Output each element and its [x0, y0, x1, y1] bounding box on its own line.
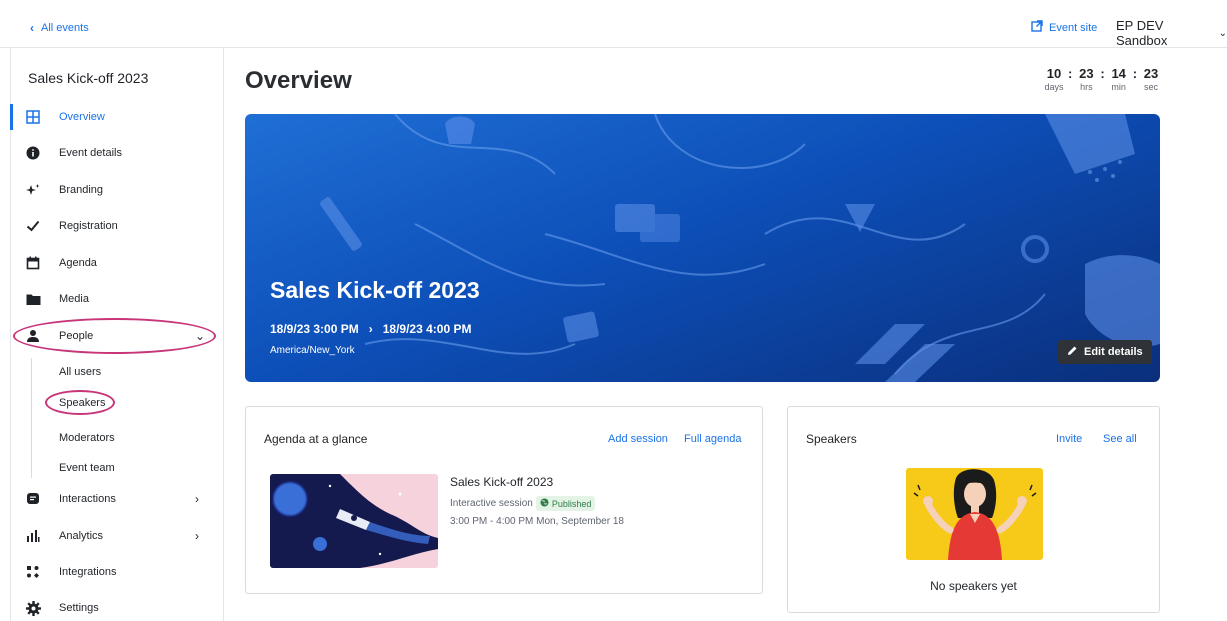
sparkle-icon	[25, 182, 41, 198]
event-hero-banner: Sales Kick-off 2023 18/9/23 3:00 PM › 18…	[245, 114, 1160, 382]
countdown-minutes-value: 14	[1111, 66, 1126, 81]
countdown-hours: 23 hrs	[1076, 66, 1096, 92]
session-time: 3:00 PM - 4:00 PM Mon, September 18	[450, 516, 624, 527]
submenu-rail	[31, 358, 32, 478]
countdown-days-value: 10	[1046, 66, 1062, 81]
agenda-card: Agenda at a glance Add session Full agen…	[245, 406, 763, 594]
top-bar: ‹ All events Event site EP DEV Sandbox ⌄	[0, 0, 1227, 48]
agenda-card-title: Agenda at a glance	[264, 432, 368, 446]
hero-event-title: Sales Kick-off 2023	[270, 277, 480, 303]
no-speakers-illustration	[906, 468, 1043, 560]
hero-event-dates: 18/9/23 3:00 PM › 18/9/23 4:00 PM	[270, 322, 471, 336]
sidebar-item-settings[interactable]: Settings	[11, 593, 223, 621]
countdown-seconds: 23 sec	[1141, 66, 1161, 92]
info-icon	[25, 145, 41, 161]
all-events-link[interactable]: ‹ All events	[30, 21, 89, 35]
external-link-icon	[1031, 20, 1043, 35]
org-switcher[interactable]: EP DEV Sandbox ⌄	[1116, 18, 1227, 48]
session-title[interactable]: Sales Kick-off 2023	[450, 475, 553, 489]
sidebar-item-label: Branding	[59, 184, 104, 196]
countdown-days: 10 days	[1044, 66, 1064, 92]
sidebar-item-media[interactable]: Media	[11, 284, 223, 314]
invite-link[interactable]: Invite	[1056, 433, 1082, 445]
session-type: Interactive session	[450, 498, 533, 509]
hero-end-datetime: 18/9/23 4:00 PM	[382, 322, 472, 336]
sidebar-item-interactions[interactable]: Interactions ›	[11, 484, 223, 514]
countdown-seconds-value: 23	[1143, 66, 1159, 81]
folder-icon	[25, 291, 41, 307]
session-thumbnail[interactable]	[270, 474, 438, 568]
add-session-link[interactable]: Add session	[608, 433, 668, 445]
sidebar-item-label: Event details	[59, 147, 122, 159]
countdown-separator: :	[1132, 66, 1138, 81]
chevron-right-icon: ›	[368, 322, 373, 336]
countdown-seconds-label: sec	[1144, 82, 1159, 92]
sidebar-item-event-details[interactable]: Event details	[11, 138, 223, 168]
globe-icon	[540, 498, 549, 509]
full-agenda-link[interactable]: Full agenda	[684, 433, 742, 445]
chevron-left-icon: ‹	[30, 21, 34, 35]
page-title: Overview	[245, 67, 352, 94]
sidebar-item-label: Interactions	[59, 493, 116, 505]
sidebar-subitem-all-users[interactable]: All users	[59, 366, 101, 378]
hero-decoration-illustration	[320, 114, 1160, 382]
people-highlight-ring	[13, 318, 216, 354]
hero-start-datetime: 18/9/23 3:00 PM	[270, 322, 359, 336]
sidebar-item-label: Settings	[59, 602, 99, 614]
event-site-link[interactable]: Event site	[1031, 20, 1097, 35]
event-site-label: Event site	[1049, 21, 1098, 34]
check-icon	[25, 218, 41, 234]
gear-icon	[25, 600, 41, 616]
bar-chart-icon	[25, 528, 41, 544]
speakers-card-title: Speakers	[806, 432, 857, 446]
countdown-minutes-label: min	[1111, 82, 1126, 92]
chat-icon	[25, 491, 41, 507]
sidebar-item-label: Agenda	[59, 257, 97, 269]
speakers-card: Speakers Invite See all No speakers yet	[787, 406, 1160, 613]
countdown-hours-value: 23	[1079, 66, 1094, 81]
sidebar-item-label: Registration	[59, 220, 118, 232]
sidebar-item-label: Analytics	[59, 530, 104, 542]
countdown-days-label: days	[1044, 82, 1064, 92]
status-badge-label: Published	[551, 498, 592, 509]
sidebar-item-agenda[interactable]: Agenda	[11, 248, 223, 278]
sidebar: Sales Kick-off 2023 Overview Event detai…	[10, 48, 224, 621]
countdown-separator: :	[1068, 66, 1073, 81]
hero-timezone: America/New_York	[270, 345, 355, 356]
sidebar-item-analytics[interactable]: Analytics ›	[11, 521, 223, 551]
chevron-right-icon: ›	[195, 529, 199, 543]
edit-details-label: Edit details	[1084, 346, 1143, 358]
rocket-illustration	[270, 474, 438, 568]
org-label: EP DEV Sandbox	[1116, 18, 1168, 48]
pencil-icon	[1067, 345, 1078, 359]
no-speakers-message: No speakers yet	[930, 579, 1017, 593]
sidebar-subitem-moderators[interactable]: Moderators	[59, 432, 115, 444]
speakers-highlight-ring	[45, 390, 115, 415]
countdown-separator: :	[1100, 66, 1105, 81]
sidebar-subitem-event-team[interactable]: Event team	[59, 462, 115, 474]
sidebar-item-label: Integrations	[59, 566, 117, 578]
countdown-minutes: 14 min	[1109, 66, 1129, 92]
sidebar-event-name: Sales Kick-off 2023	[28, 70, 149, 86]
chevron-right-icon: ›	[195, 492, 199, 506]
grid-icon	[25, 109, 41, 125]
status-badge: Published	[535, 496, 596, 511]
session-type-row: Interactive session Published	[450, 496, 596, 511]
edit-details-button[interactable]: Edit details	[1058, 340, 1152, 364]
integrations-icon	[25, 564, 41, 580]
all-events-label: All events	[41, 22, 89, 34]
calendar-icon	[25, 255, 41, 271]
see-all-link[interactable]: See all	[1103, 433, 1137, 445]
sidebar-item-registration[interactable]: Registration	[11, 211, 223, 241]
sidebar-item-overview[interactable]: Overview	[10, 102, 223, 132]
sidebar-item-integrations[interactable]: Integrations	[11, 557, 223, 587]
countdown-timer: 10 days : 23 hrs : 14 min : 23 sec	[1044, 66, 1161, 92]
chevron-down-icon: ⌄	[1218, 27, 1227, 39]
sidebar-item-label: Media	[59, 293, 89, 305]
sidebar-item-label: Overview	[59, 111, 105, 123]
sidebar-item-branding[interactable]: Branding	[11, 175, 223, 205]
countdown-hours-label: hrs	[1080, 82, 1093, 92]
